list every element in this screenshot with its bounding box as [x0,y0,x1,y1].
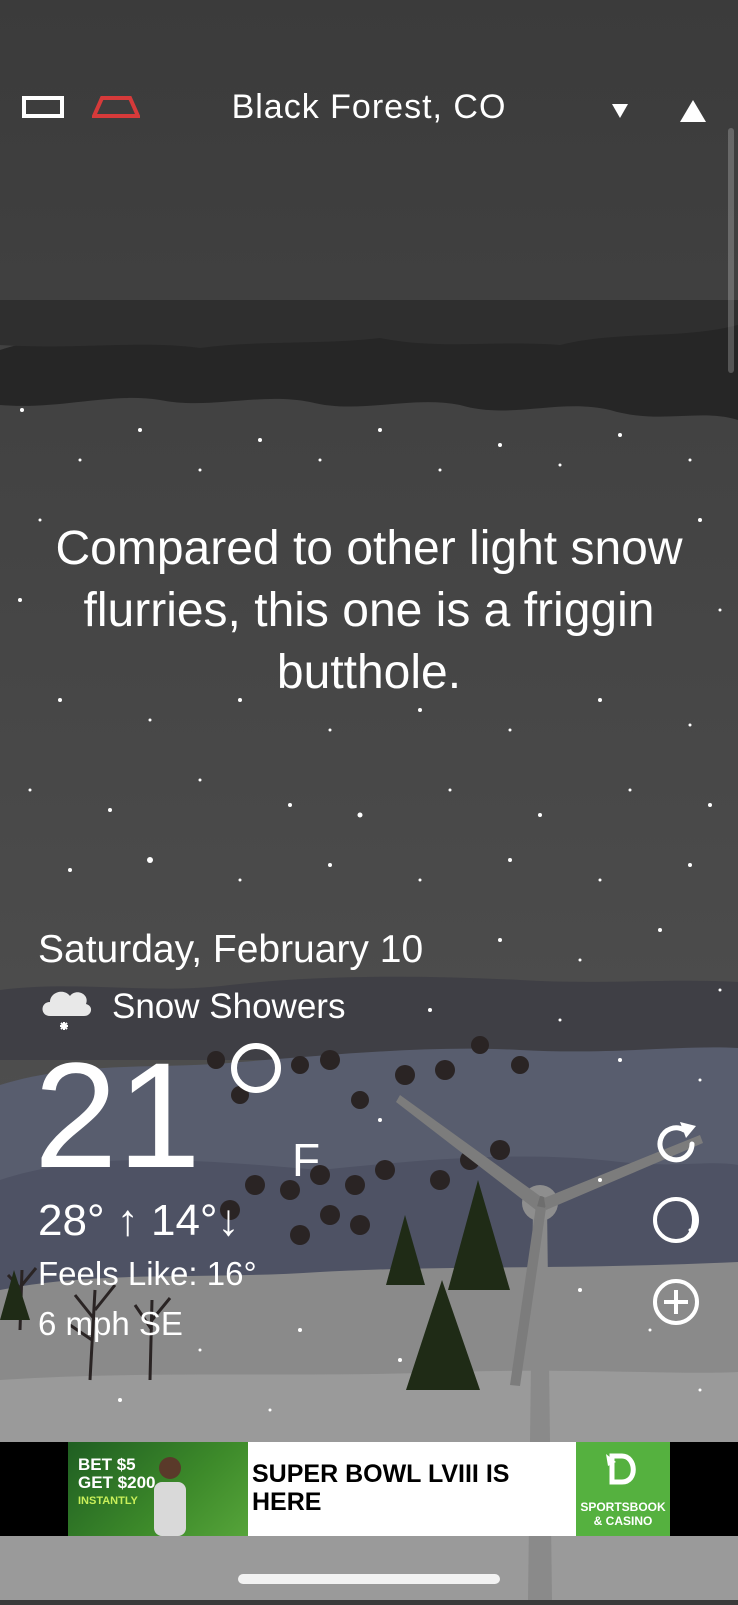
feels-like-label: Feels Like: 16° [38,1255,257,1292]
ad-image[interactable]: BET $5 GET $200 INSTANTLY [68,1442,248,1536]
top-bar: Black Forest, CO [0,0,738,130]
temperature-value: 21 [34,1031,201,1199]
date-label: Saturday, February 10 [38,928,424,971]
ad-logo[interactable]: SPORTSBOOK & CASINO [576,1442,670,1536]
high-low-temps: 28° ↑ 14°↓ [38,1196,240,1245]
ad-headline[interactable]: SUPER BOWL LVIII IS HERE [248,1442,576,1536]
refresh-icon[interactable] [652,1120,700,1168]
home-indicator[interactable] [238,1574,500,1584]
temperature-unit: F [292,1134,321,1186]
weather-quote: Compared to other light snow flurries, t… [55,522,683,699]
weather-scene-background [0,0,738,1600]
add-icon[interactable] [652,1278,700,1326]
snow-cloud-icon [38,982,94,1037]
scrollbar[interactable] [728,128,734,373]
degree-symbol [228,1040,284,1101]
ad-banner[interactable]: BET $5 GET $200 INSTANTLY SUPER BOWL LVI… [0,1442,738,1536]
person-icon[interactable] [680,100,706,127]
location-arrow-icon[interactable] [612,104,628,125]
wind-label: 6 mph SE [38,1305,183,1342]
ad-logo-text: SPORTSBOOK & CASINO [580,1500,666,1528]
condition-label: Snow Showers [112,987,346,1026]
moon-icon[interactable] [652,1196,700,1244]
